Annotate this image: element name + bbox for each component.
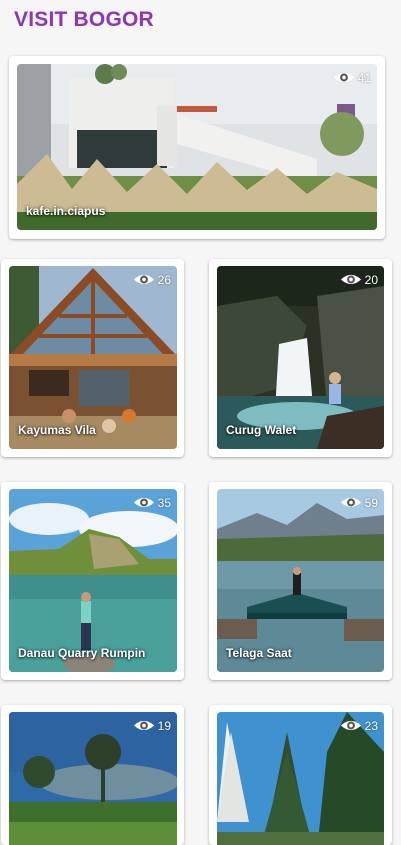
view-count-value: 41 [357, 70, 371, 85]
place-card-tipi-pines[interactable]: 23 [209, 705, 392, 845]
place-name: Curug Walet [226, 423, 297, 437]
place-name: Danau Quarry Rumpin [18, 646, 146, 660]
place-card-telaga-saat[interactable]: 59 Telaga Saat [209, 482, 392, 680]
page-title: VISIT BOGOR [14, 8, 154, 31]
place-image: 19 [9, 712, 177, 845]
place-image: 23 [217, 712, 384, 845]
place-name: kafe.in.ciapus [26, 204, 106, 218]
view-count: 26 [133, 272, 171, 287]
view-count: 19 [133, 718, 171, 733]
place-card-tea-plantation[interactable]: 19 [1, 705, 184, 845]
place-card-curug-walet[interactable]: 20 Curug Walet [209, 259, 392, 457]
eye-icon [340, 497, 361, 508]
place-image: 20 Curug Walet [217, 266, 384, 449]
place-card-danau-quarry-rumpin[interactable]: 35 Danau Quarry Rumpin [1, 482, 184, 680]
view-count: 20 [340, 272, 378, 287]
place-name: Kayumas Vila [18, 423, 96, 437]
view-count-value: 20 [364, 272, 378, 287]
eye-icon [133, 274, 154, 285]
place-card-kayumas-vila[interactable]: 26 Kayumas Vila [1, 259, 184, 457]
view-count-value: 19 [157, 718, 171, 733]
view-count: 59 [340, 495, 378, 510]
eye-icon [133, 720, 154, 731]
view-count: 41 [333, 70, 371, 85]
view-count-value: 35 [157, 495, 171, 510]
place-image: 59 Telaga Saat [217, 489, 384, 672]
view-count: 23 [340, 718, 378, 733]
view-count: 35 [133, 495, 171, 510]
view-count-value: 23 [364, 718, 378, 733]
eye-icon [133, 497, 154, 508]
eye-icon [340, 274, 361, 285]
view-count-value: 26 [157, 272, 171, 287]
place-name: Telaga Saat [226, 646, 292, 660]
view-count-value: 59 [364, 495, 378, 510]
eye-icon [333, 72, 354, 83]
place-image: 26 Kayumas Vila [9, 266, 177, 449]
place-image: 35 Danau Quarry Rumpin [9, 489, 177, 672]
place-image: 41 kafe.in.ciapus [17, 64, 377, 230]
eye-icon [340, 720, 361, 731]
place-card-kafe-in-ciapus[interactable]: 41 kafe.in.ciapus [9, 56, 385, 239]
